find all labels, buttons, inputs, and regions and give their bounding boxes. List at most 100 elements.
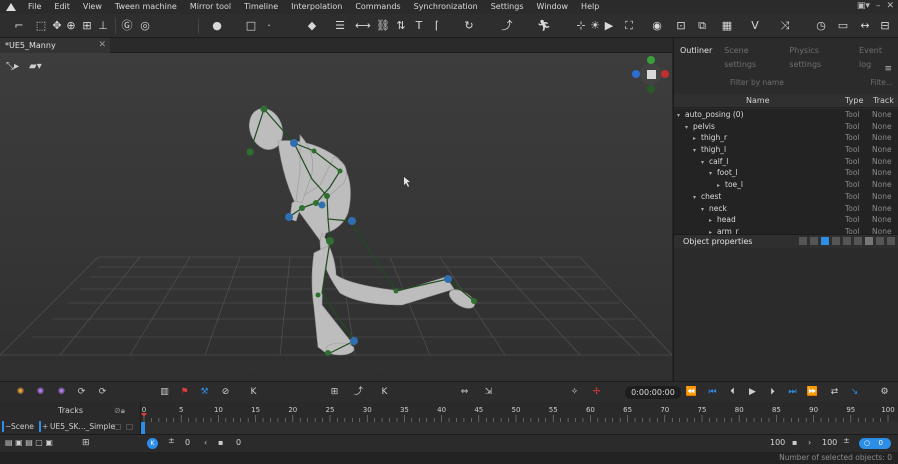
loop-mode-icon[interactable]: ⇄: [828, 386, 841, 399]
scale-icon[interactable]: ⊞: [80, 19, 94, 33]
fit-icon[interactable]: ⇔: [458, 386, 471, 399]
camera-icon[interactable]: ▶: [602, 19, 616, 33]
tree-row[interactable]: ▾ chest Tool None: [674, 191, 898, 203]
window-icon[interactable]: ▭: [836, 19, 850, 33]
tree-row[interactable]: ▸ arm_r Tool None: [674, 226, 898, 234]
marker-icon[interactable]: ✢: [590, 386, 603, 399]
range-start-icon[interactable]: K: [147, 438, 158, 449]
snap-icon[interactable]: ◎: [138, 19, 152, 33]
loop-icon[interactable]: ↻: [462, 19, 476, 33]
menu-help[interactable]: Help: [575, 0, 606, 14]
menu-timeline[interactable]: Timeline: [238, 0, 285, 14]
filter-extra-input[interactable]: Filte...: [870, 78, 893, 87]
pivot-icon[interactable]: ⊥: [96, 19, 110, 33]
prev-key-icon[interactable]: ‹: [204, 438, 207, 447]
column-type[interactable]: Type: [845, 96, 863, 105]
clock-icon[interactable]: ◷: [814, 19, 828, 33]
track-options-icon[interactable]: ⊘🔒︎: [114, 406, 125, 416]
panel-menu-icon[interactable]: ≡: [884, 64, 892, 74]
track-toggle-icon[interactable]: □: [114, 421, 121, 432]
range-current-value[interactable]: 0: [236, 438, 241, 447]
ik-icon[interactable]: K: [247, 386, 260, 399]
prop-icon[interactable]: [810, 237, 818, 245]
add-track-icon[interactable]: ⊞: [82, 438, 90, 448]
close-window-icon[interactable]: ✕: [886, 1, 894, 11]
play-icon[interactable]: ▶: [746, 386, 759, 399]
prop-icon[interactable]: [832, 237, 840, 245]
view-icon[interactable]: ⊡: [674, 19, 688, 33]
minimize-icon[interactable]: –: [876, 1, 881, 11]
bracket-icon[interactable]: ⌈: [430, 19, 444, 33]
transform-icon[interactable]: ✥: [50, 19, 64, 33]
column-track[interactable]: Track: [873, 96, 894, 105]
rotate-icon[interactable]: ⊕: [64, 19, 78, 33]
tree-row[interactable]: ▸ thigh_r Tool None: [674, 132, 898, 144]
tab-ue5-manny[interactable]: *UE5_Manny ✕: [0, 38, 110, 53]
folder-icons[interactable]: ▤ ▣ ▤ ▢ ▣: [5, 438, 53, 447]
menu-settings[interactable]: Settings: [485, 0, 531, 14]
tab-outliner[interactable]: Outliner: [674, 44, 718, 58]
camera-view-icon[interactable]: ▰▾: [29, 61, 42, 72]
next-key-icon[interactable]: ›: [808, 438, 811, 447]
settings-gear-icon[interactable]: ⚙: [878, 386, 891, 399]
tree-row[interactable]: ▾ foot_l Tool None: [674, 167, 898, 179]
range-end-value[interactable]: 100: [770, 438, 785, 447]
track-lane[interactable]: [141, 422, 898, 434]
magic-icon[interactable]: ✧: [568, 386, 581, 399]
3d-viewport[interactable]: ⤡▸ ▰▾: [0, 53, 672, 381]
block-icon[interactable]: ⊘: [219, 386, 232, 399]
text-icon[interactable]: T: [412, 19, 426, 33]
prop-icon[interactable]: [799, 237, 807, 245]
key-all-icon[interactable]: ✺: [14, 386, 27, 399]
axis-move-icon[interactable]: ⌐: [12, 19, 26, 33]
tab-scene-settings[interactable]: Scene settings: [718, 44, 783, 69]
dot-icon[interactable]: ·: [262, 19, 276, 33]
refresh2-icon[interactable]: ⟳: [96, 386, 109, 399]
speed-toggle[interactable]: ○ 0: [859, 438, 891, 449]
eye-icon[interactable]: [865, 237, 873, 245]
playhead-icon[interactable]: [141, 413, 147, 417]
column-name[interactable]: Name: [746, 96, 770, 105]
timeline-ruler[interactable]: 0 5 10 15 20 25 30 35 40 45 50 55 60 65 70 75 80 85 90 95 10…: [141, 402, 898, 422]
prop-icon[interactable]: [843, 237, 851, 245]
expand-icon[interactable]: +: [42, 421, 48, 432]
menu-tween-machine[interactable]: Tween machine: [109, 0, 184, 14]
prop-icon[interactable]: [854, 237, 862, 245]
tree-row[interactable]: ▸ head Tool None: [674, 214, 898, 226]
menu-mirror-tool[interactable]: Mirror tool: [184, 0, 238, 14]
crosshair-icon[interactable]: ⊹: [574, 19, 588, 33]
layout-icon[interactable]: ▣▾: [857, 1, 870, 11]
scale-view-icon[interactable]: ⤡▸: [6, 61, 19, 72]
tab-event-log[interactable]: Event log: [853, 44, 898, 69]
frame2-icon[interactable]: ⊟: [878, 19, 892, 33]
key-icon[interactable]: ✺: [34, 386, 47, 399]
global-icon[interactable]: Ⓖ: [120, 19, 134, 33]
track-toggle2-icon[interactable]: □: [126, 421, 133, 432]
last-frame-icon[interactable]: ⏭: [786, 386, 799, 399]
filter-by-name-input[interactable]: Filter by name: [730, 78, 784, 87]
tab-physics-settings[interactable]: Physics settings: [783, 44, 853, 69]
auto-key-icon[interactable]: ↘: [848, 386, 861, 399]
stepper2-icon[interactable]: ±: [843, 436, 850, 445]
close-tab-icon[interactable]: ✕: [98, 38, 106, 53]
prop-icon[interactable]: [821, 237, 829, 245]
line-icon[interactable]: ⟷: [355, 19, 371, 33]
first-frame-icon[interactable]: ⏮: [706, 386, 719, 399]
frame-icon[interactable]: ⛶: [622, 19, 636, 33]
scene-track-row[interactable]: − Scene + UE5_SK..._Simple □ □: [0, 421, 141, 432]
tree-row[interactable]: ▾ pelvis Tool None: [674, 121, 898, 133]
range-start-value[interactable]: 0: [185, 438, 190, 447]
tree-row[interactable]: ▾ calf_l Tool None: [674, 156, 898, 168]
end-key-icon[interactable]: ▪: [792, 438, 797, 447]
menu-synchronization[interactable]: Synchronization: [408, 0, 485, 14]
flip-icon[interactable]: ⇅: [394, 19, 408, 33]
tree-row[interactable]: ▾ auto_posing (0) Tool None: [674, 109, 898, 121]
fast-forward-icon[interactable]: ⏩: [806, 386, 819, 399]
align-icon[interactable]: ☰: [333, 19, 347, 33]
point-icon[interactable]: ●: [210, 19, 224, 33]
wrench-icon[interactable]: ⚒: [198, 386, 211, 399]
flag-icon[interactable]: ⚑: [178, 386, 191, 399]
run-icon[interactable]: 🏃︎: [537, 19, 551, 33]
tree-row[interactable]: ▾ thigh_l Tool None: [674, 144, 898, 156]
prop-icon[interactable]: [876, 237, 884, 245]
